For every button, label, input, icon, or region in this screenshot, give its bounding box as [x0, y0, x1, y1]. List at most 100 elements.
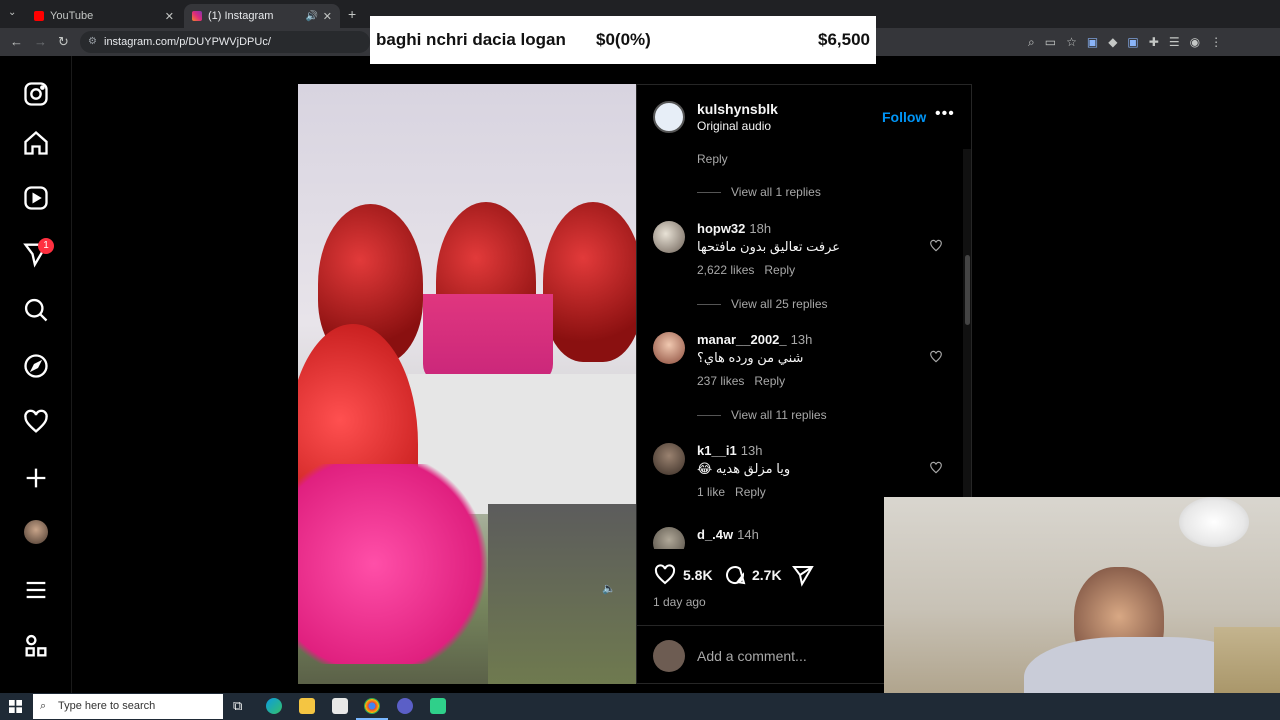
notification-badge: 1 — [38, 238, 54, 254]
commenter-avatar[interactable] — [653, 443, 685, 475]
comment-username[interactable]: k1__i1 — [697, 443, 737, 458]
view-replies-link[interactable]: View all 11 replies — [697, 408, 827, 422]
zoom-icon[interactable]: ⌕ — [1028, 35, 1035, 50]
site-info-icon[interactable]: ⚙ — [88, 31, 97, 53]
reply-link[interactable]: Reply — [735, 485, 766, 499]
tab-youtube[interactable]: YouTube ✕ — [26, 4, 182, 28]
browser-menu-icon[interactable]: ⋮ — [1210, 35, 1222, 50]
commenter-avatar[interactable] — [653, 527, 685, 549]
comment-time: 13h — [740, 443, 763, 458]
reels-icon[interactable] — [22, 184, 50, 212]
taskbar-search[interactable]: ⌕ Type here to search — [33, 694, 223, 719]
comment-meta: 237 likes Reply — [697, 374, 785, 388]
translate-extension-icon[interactable]: ▣ — [1087, 35, 1098, 50]
chrome-icon[interactable] — [364, 698, 380, 714]
more-options-icon[interactable]: ••• — [935, 105, 955, 123]
follow-button[interactable]: Follow — [882, 109, 926, 125]
more-apps-icon[interactable] — [22, 632, 50, 660]
audio-playing-icon[interactable]: 🔊 — [306, 11, 318, 22]
windows-taskbar: ⌕ Type here to search ⧉ — [0, 693, 1280, 720]
author-username[interactable]: kulshynsblk — [697, 101, 778, 117]
comment-count[interactable]: 2.7K — [752, 567, 782, 583]
task-view-icon[interactable]: ⧉ — [233, 698, 242, 714]
instagram-sidebar: 1 — [0, 56, 72, 693]
add-comment-input[interactable]: Add a comment... — [697, 648, 807, 664]
like-comment-heart-icon[interactable] — [929, 350, 943, 364]
tab-search-icon[interactable]: ⌄ — [8, 7, 16, 18]
reload-icon[interactable]: ↻ — [58, 34, 69, 50]
webcam-overlay — [884, 497, 1280, 720]
close-tab-icon[interactable]: ✕ — [323, 10, 332, 23]
comment-likes[interactable]: 237 likes — [697, 374, 744, 388]
reply-link[interactable]: Reply — [764, 263, 795, 277]
tab-title: (1) Instagram — [208, 10, 274, 22]
view-replies-link[interactable]: View all 25 replies — [697, 297, 828, 311]
comment-author[interactable]: manar__2002_ 13h — [697, 332, 812, 347]
extensions-area: ⌕ ▭ ☆ ▣ ◆ ▣ ✚ ☰ ◉ ⋮ — [1028, 35, 1222, 50]
reading-list-icon[interactable]: ☰ — [1169, 35, 1180, 50]
banner-text: baghi nchri dacia logan — [376, 30, 566, 49]
share-icon[interactable] — [791, 563, 815, 587]
like-comment-heart-icon[interactable] — [929, 461, 943, 475]
bookmark-star-icon[interactable]: ☆ — [1066, 35, 1077, 50]
profile-avatar[interactable] — [24, 520, 48, 544]
comment-time: 18h — [749, 221, 772, 236]
comment-likes[interactable]: 1 like — [697, 485, 725, 499]
like-heart-icon[interactable] — [653, 563, 677, 587]
extension-icon[interactable]: ▣ — [1127, 35, 1138, 50]
comment-meta: 2,622 likes Reply — [697, 263, 795, 277]
audio-label[interactable]: Original audio — [697, 119, 771, 133]
post-video[interactable]: 🔈 — [298, 84, 636, 684]
comments-list: Reply View all 1 replies hopw32 18h عرفت … — [637, 149, 959, 549]
extension-icon[interactable]: ◆ — [1108, 35, 1117, 50]
video-content — [423, 294, 553, 384]
reply-link[interactable]: Reply — [754, 374, 785, 388]
file-explorer-icon[interactable] — [299, 698, 315, 714]
close-tab-icon[interactable]: ✕ — [165, 10, 174, 23]
create-icon[interactable] — [22, 464, 50, 492]
windows-start-icon[interactable] — [9, 700, 22, 713]
cast-icon[interactable]: ▭ — [1045, 35, 1056, 50]
search-icon: ⌕ — [40, 700, 47, 712]
tab-instagram[interactable]: (1) Instagram 🔊 ✕ — [184, 4, 340, 28]
profile-icon[interactable]: ◉ — [1190, 35, 1200, 50]
menu-icon[interactable] — [22, 576, 50, 604]
banner-change: $0(0%) — [596, 30, 651, 49]
comment-username[interactable]: d_.4w — [697, 527, 733, 542]
extensions-puzzle-icon[interactable]: ✚ — [1149, 35, 1159, 50]
explore-icon[interactable] — [22, 352, 50, 380]
comment-author[interactable]: hopw32 18h — [697, 221, 771, 236]
forward-icon[interactable]: → — [34, 34, 47, 49]
reply-link[interactable]: Reply — [697, 152, 728, 166]
app-icon[interactable] — [430, 698, 446, 714]
comment-username[interactable]: manar__2002_ — [697, 332, 787, 347]
scrollbar-thumb[interactable] — [965, 255, 970, 325]
comment-author[interactable]: k1__i1 13h — [697, 443, 762, 458]
view-replies-link[interactable]: View all 1 replies — [697, 185, 821, 199]
instagram-logo-icon[interactable] — [22, 80, 50, 108]
banner-amount: $6,500 — [818, 30, 870, 49]
commenter-avatar[interactable] — [653, 221, 685, 253]
home-icon[interactable] — [22, 129, 50, 157]
heart-icon[interactable] — [22, 408, 50, 436]
like-comment-heart-icon[interactable] — [929, 239, 943, 253]
new-tab-icon[interactable]: + — [348, 6, 356, 22]
comment-meta: 1 like Reply — [697, 485, 766, 499]
discord-icon[interactable] — [397, 698, 413, 714]
comments-scrollbar[interactable] — [963, 149, 971, 549]
like-count[interactable]: 5.8K — [683, 567, 713, 583]
author-avatar[interactable] — [653, 101, 685, 133]
mute-icon[interactable]: 🔈 — [602, 582, 616, 595]
commenter-avatar[interactable] — [653, 332, 685, 364]
address-bar[interactable]: ⚙ instagram.com/p/DUYPWVjDPUc/ — [80, 31, 370, 53]
back-icon[interactable]: ← — [10, 34, 23, 49]
comment-icon[interactable] — [723, 563, 747, 587]
comment-likes[interactable]: 2,622 likes — [697, 263, 754, 277]
store-icon[interactable] — [332, 698, 348, 714]
search-icon[interactable] — [22, 296, 50, 324]
price-overlay-banner: baghi nchri dacia logan $0(0%) $6,500 — [370, 16, 876, 64]
comment-author[interactable]: d_.4w 14h — [697, 527, 759, 542]
post-date: 1 day ago — [653, 595, 706, 609]
edge-icon[interactable] — [266, 698, 282, 714]
comment-username[interactable]: hopw32 — [697, 221, 745, 236]
